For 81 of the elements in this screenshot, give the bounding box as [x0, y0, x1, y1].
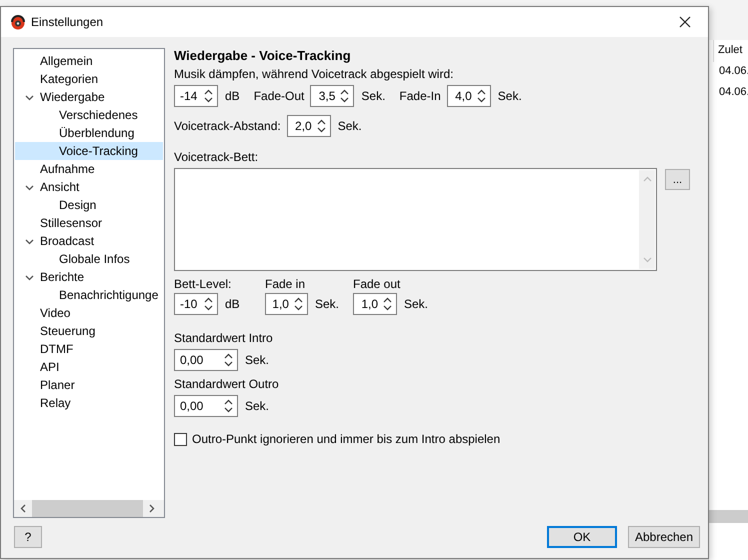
- spin-field[interactable]: 1,0: [353, 293, 397, 315]
- tree-item[interactable]: Benachrichtigunge: [15, 286, 163, 304]
- field-label: Fade in: [265, 277, 306, 291]
- spin-field[interactable]: 2,0: [286, 115, 331, 137]
- tree-item[interactable]: Broadcast: [15, 232, 163, 250]
- headphones-icon: [10, 14, 26, 30]
- column-header: Zulet: [713, 40, 748, 62]
- unit-label: Sek.: [361, 89, 386, 103]
- unit-label: Sek.: [338, 119, 362, 133]
- field-label: Fade-Out: [254, 89, 304, 103]
- window-title: Einstellungen: [31, 15, 104, 29]
- tree-item[interactable]: Steuerung: [15, 322, 163, 340]
- spinner-arrows-icon: [340, 89, 350, 103]
- spinner-arrows-icon: [204, 297, 213, 311]
- close-icon: [679, 16, 691, 28]
- cancel-button[interactable]: Abbrechen: [628, 526, 700, 548]
- tree-item[interactable]: Ansicht: [15, 178, 163, 196]
- unit-label: Sek.: [404, 297, 428, 311]
- field-label: Voicetrack-Abstand:: [174, 119, 281, 133]
- scrollbar-track: [709, 510, 748, 523]
- chevron-icon: [25, 236, 34, 246]
- horizontal-scrollbar[interactable]: [14, 500, 164, 517]
- spin-field[interactable]: 0,00: [174, 395, 238, 417]
- tree-item[interactable]: Globale Infos: [15, 250, 163, 268]
- tree-item[interactable]: Kategorien: [15, 70, 163, 88]
- tree-item[interactable]: Allgemein: [15, 52, 163, 70]
- unit-label: dB: [225, 89, 240, 103]
- unit-label: dB: [225, 297, 240, 311]
- tree-item[interactable]: Überblendung: [15, 124, 163, 142]
- spinner-arrows-icon: [476, 89, 486, 103]
- ok-button[interactable]: OK: [547, 526, 617, 548]
- chevron-icon: [25, 92, 34, 102]
- tree-item[interactable]: Video: [15, 304, 163, 322]
- help-button[interactable]: ?: [14, 526, 42, 548]
- browse-button[interactable]: ...: [665, 169, 690, 190]
- spin-field[interactable]: 1,0: [265, 293, 308, 315]
- section-title: Wiedergabe - Voice-Tracking: [174, 48, 352, 63]
- unit-label: Sek.: [498, 89, 522, 103]
- unit-label: Sek.: [245, 399, 270, 413]
- tree-item[interactable]: Wiedergabe: [15, 88, 163, 106]
- scroll-left-icon: [20, 504, 26, 513]
- checkbox[interactable]: [174, 432, 187, 446]
- tree-item[interactable]: Planer: [15, 376, 163, 394]
- field-label: Standardwert Outro: [174, 377, 280, 391]
- tree-item[interactable]: Relay: [15, 394, 163, 412]
- scroll-down-icon: [642, 257, 652, 263]
- chevron-icon: [25, 272, 34, 282]
- field-label: Fade-In: [399, 89, 441, 103]
- tree-item[interactable]: Verschiedenes: [15, 106, 163, 124]
- spin-field[interactable]: 4,0: [446, 85, 491, 107]
- spin-field[interactable]: 3,5: [310, 85, 354, 107]
- field-label: Fade out: [353, 277, 402, 291]
- spin-field[interactable]: 0,00: [174, 349, 238, 371]
- spinner-arrows-icon: [224, 353, 233, 367]
- scroll-up-icon: [642, 176, 652, 182]
- unit-label: Sek.: [314, 297, 339, 311]
- spinner-arrows-icon: [383, 297, 392, 311]
- tree-item[interactable]: DTMF: [15, 340, 163, 358]
- spin-field[interactable]: -10: [174, 293, 218, 315]
- tree-item[interactable]: Stillesensor: [15, 214, 163, 232]
- tree-item[interactable]: Berichte: [15, 268, 163, 286]
- tree-item[interactable]: Design: [15, 196, 163, 214]
- text-area[interactable]: [174, 168, 657, 271]
- spinner-arrows-icon: [204, 89, 213, 103]
- tree-item[interactable]: Voice-Tracking: [15, 142, 163, 160]
- field-label: Musik dämpfen, während Voicetrack abgespielt wird:: [174, 67, 454, 81]
- field-label: Standardwert Intro: [174, 331, 274, 345]
- spin-field[interactable]: -14: [174, 85, 218, 107]
- chevron-icon: [25, 182, 34, 192]
- tree-item[interactable]: API: [15, 358, 163, 376]
- field-label: Voicetrack-Bett:: [174, 150, 260, 164]
- checkbox-label: Outro-Punkt ignorieren und immer bis zum Intro abspielen: [192, 432, 500, 446]
- spinner-arrows-icon: [224, 399, 233, 413]
- spinner-arrows-icon: [316, 119, 326, 133]
- scrollbar-thumb[interactable]: [32, 500, 143, 517]
- spinner-arrows-icon: [294, 297, 303, 311]
- tree-item[interactable]: Aufnahme: [15, 160, 163, 178]
- scroll-right-icon: [149, 504, 155, 513]
- field-label: Bett-Level:: [174, 277, 232, 291]
- vertical-scrollbar[interactable]: [639, 170, 655, 269]
- unit-label: Sek.: [245, 353, 270, 367]
